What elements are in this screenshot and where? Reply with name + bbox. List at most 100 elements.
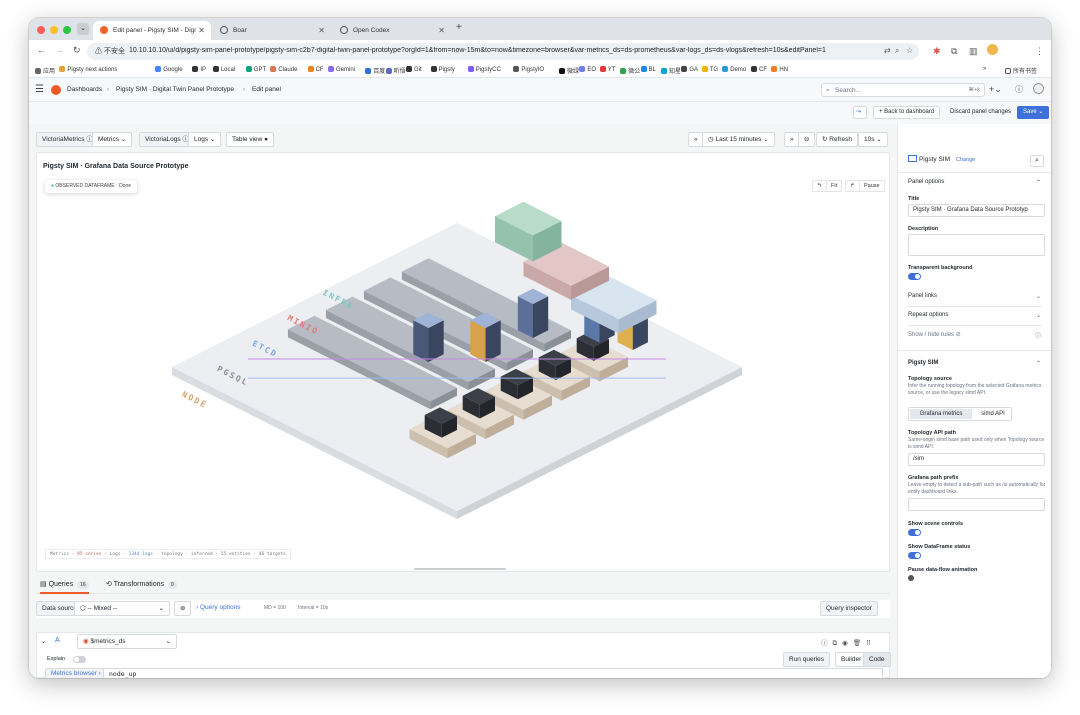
bookmark-item[interactable]: EO <box>579 66 596 73</box>
ds2-select[interactable]: Logs ⌄ <box>188 132 222 147</box>
panel-options-header[interactable]: Panel options <box>908 179 944 185</box>
bookmark-item[interactable]: 百度 <box>365 66 385 75</box>
close-window-button[interactable] <box>37 26 45 34</box>
metrics-browser-button[interactable]: Metrics browser › <box>45 668 107 678</box>
time-range-picker[interactable]: ◷ Last 15 minutes ⌄ <box>702 132 775 147</box>
chevron-down-icon[interactable]: ⌄ <box>1036 312 1041 319</box>
code-mode-button[interactable]: Code <box>863 652 891 667</box>
info-icon[interactable]: ⓘ <box>1035 331 1041 340</box>
collapse-chevron-icon[interactable]: ⌄ <box>41 638 46 645</box>
chevron-up-icon[interactable]: ⌃ <box>1036 179 1041 186</box>
prefix-input[interactable] <box>908 498 1045 511</box>
discard-button[interactable]: Discard panel changes <box>944 106 1017 119</box>
query-action-icons[interactable]: ⓘ⧉◉🗑⠿ <box>821 637 876 648</box>
api-path-input[interactable]: /sim <box>908 453 1045 466</box>
grafana-search-input[interactable]: ⌕ Search... ⌘+k <box>821 83 985 97</box>
explain-toggle[interactable] <box>73 656 86 663</box>
pigsty-sim-section-header[interactable]: Pigsty SIM <box>908 360 938 366</box>
query-ref[interactable]: A <box>55 637 60 644</box>
run-queries-button[interactable]: Run queries <box>783 652 831 667</box>
pause-animation-toggle[interactable] <box>908 575 914 581</box>
zoom-out-icon[interactable]: ⊖ <box>798 132 816 147</box>
viz-picker[interactable]: Pigsty SIM Change <box>908 155 975 163</box>
dataframe-status-toggle[interactable] <box>908 552 921 559</box>
star-icon[interactable]: ☆ <box>906 46 913 55</box>
fit-button[interactable]: Fit <box>826 180 843 192</box>
topology-opt-simd[interactable]: simd API <box>975 409 1011 419</box>
bookmark-item[interactable]: Pigsty next actions <box>59 66 117 73</box>
chevron-down-icon[interactable]: ⌄ <box>1036 293 1041 300</box>
save-button[interactable]: Save ⌄ <box>1017 106 1050 119</box>
transparent-toggle[interactable] <box>908 273 921 280</box>
reload-icon[interactable]: ↻ <box>73 45 81 56</box>
description-textarea[interactable] <box>908 234 1045 256</box>
table-view-toggle[interactable]: Table view ● <box>226 132 275 147</box>
bookmark-item[interactable]: YT <box>599 66 615 73</box>
bookmark-item[interactable]: 知星 <box>661 66 681 75</box>
pause-button[interactable]: Pause <box>859 180 885 192</box>
help-icon[interactable]: ⓘ <box>1015 84 1023 95</box>
title-input[interactable]: Pigsty SIM · Grafana Data Source Prototy… <box>908 204 1045 217</box>
bookmarks-overflow[interactable]: » <box>983 66 986 72</box>
query-options-button[interactable]: › Query options <box>196 604 240 611</box>
bookmark-item[interactable]: Gemini <box>328 66 355 73</box>
close-tab-icon[interactable]: ✕ <box>318 21 325 40</box>
bookmark-item[interactable]: CF <box>307 66 324 73</box>
breadcrumb-dashboards[interactable]: Dashboards <box>67 86 102 93</box>
back-arrow-icon[interactable]: ← <box>37 45 46 55</box>
bookmark-item[interactable]: PigstyIO <box>513 66 544 73</box>
sidepanel-icon[interactable]: ▥ <box>969 46 978 57</box>
translate-icon[interactable]: ⇄ <box>884 46 891 55</box>
breadcrumb-dashboard[interactable]: Pigsty SIM · Digital Twin Panel Prototyp… <box>116 86 234 93</box>
zoom-window-button[interactable] <box>63 26 71 34</box>
bookmark-item[interactable]: HN <box>771 66 788 73</box>
refresh-interval-select[interactable]: 10s ⌄ <box>858 132 888 147</box>
query-expression-input[interactable]: node_up <box>103 668 883 678</box>
puzzle-icon[interactable]: ⧉ <box>951 46 957 57</box>
tab-search-chevron-icon[interactable]: ⌄ <box>77 23 89 35</box>
change-viz-link[interactable]: Change <box>956 157 975 163</box>
pane-resize-handle[interactable] <box>414 568 506 570</box>
tab-open-codex[interactable]: Open Codex ✕ <box>333 21 451 40</box>
bookmark-item[interactable]: TG <box>701 66 718 73</box>
query-datasource-picker[interactable]: ◉ $metrics_ds ⌄ <box>77 634 177 649</box>
rotate-right-icon[interactable]: ↱ <box>845 180 860 192</box>
datasource-picker[interactable]: ⬡ -- Mixed -- ⌄ <box>74 601 170 616</box>
close-tab-icon[interactable]: ✕ <box>198 21 205 40</box>
tab-transformations[interactable]: ⟲ Transformations 0 <box>106 580 177 589</box>
bookmark-item[interactable]: 应用 <box>35 66 55 75</box>
close-tab-icon[interactable]: ✕ <box>438 21 445 40</box>
bookmark-item[interactable]: 微绿 <box>559 66 579 75</box>
undo-icon[interactable]: ↝ <box>853 106 867 119</box>
zoom-icon[interactable]: ⌕ <box>895 46 899 56</box>
bookmark-item[interactable]: 听悟 <box>385 66 406 75</box>
insecure-warning[interactable]: ⚠ 不安全 <box>95 46 125 56</box>
add-icon[interactable]: +⌄ <box>989 84 1002 95</box>
repeat-options-header[interactable]: Repeat options <box>908 312 948 318</box>
bookmark-item[interactable]: Demo <box>722 66 746 73</box>
show-hide-rules[interactable]: Show / hide rules ⊘ <box>908 331 961 338</box>
tab-boar[interactable]: Boar ✕ <box>213 21 331 40</box>
ds1-select[interactable]: Metrics ⌄ <box>92 132 133 147</box>
user-avatar[interactable] <box>1033 83 1044 94</box>
bookmark-item[interactable]: BL <box>640 66 656 73</box>
all-bookmarks[interactable]: 所有书签 <box>1005 66 1037 75</box>
forward-arrow-icon[interactable]: → <box>55 45 64 55</box>
topology-opt-grafana[interactable]: Grafana metrics <box>910 409 972 419</box>
panel-links-header[interactable]: Panel links <box>908 293 937 299</box>
grafana-logo-icon[interactable] <box>51 85 61 95</box>
chevron-up-icon[interactable]: ⌃ <box>1036 360 1041 367</box>
bookmark-item[interactable]: CF <box>751 66 767 73</box>
bookmark-item[interactable]: GA <box>681 66 698 73</box>
tab-queries[interactable]: ▤ Queries 16 <box>40 580 89 594</box>
bookmark-item[interactable]: IP <box>192 66 206 73</box>
minimize-window-button[interactable] <box>50 26 58 34</box>
profile-avatar-icon[interactable] <box>987 44 998 55</box>
bookmark-item[interactable]: Git <box>406 66 422 73</box>
query-inspector-button[interactable]: Query inspector <box>820 601 878 616</box>
rotate-left-icon[interactable]: ↰ <box>812 180 827 192</box>
tab-edit-panel[interactable]: Edit panel - Pigsty SIM - Digi ✕ <box>93 21 211 40</box>
bookmark-item[interactable]: Local <box>212 66 235 73</box>
menu-icon[interactable]: ☰ <box>35 84 44 95</box>
bookmark-item[interactable]: 微公 <box>620 66 640 75</box>
